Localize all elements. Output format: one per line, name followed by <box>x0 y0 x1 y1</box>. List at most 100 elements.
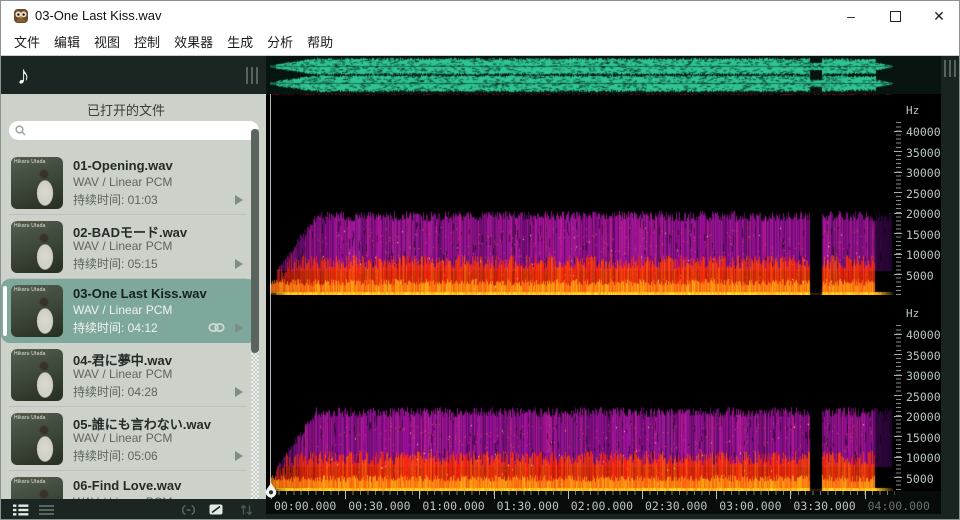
playback-cursor-pin[interactable] <box>265 483 277 499</box>
freq-axis-tick <box>894 151 902 152</box>
freq-axis-label: 10000 <box>906 451 941 465</box>
freq-axis-minor-ticks <box>896 324 901 498</box>
window-titlebar[interactable]: 03-One Last Kiss.wav – ✕ <box>1 1 960 31</box>
sidebar: ♪ 已打开的文件 Hikaru Utada 01-Opening.wav WAV… <box>1 56 266 520</box>
search-icon <box>15 125 26 136</box>
file-duration: 持续时间: 05:06 <box>73 447 158 464</box>
spectrogram-channel-left[interactable]: 500010000150002000025000300003500040000H… <box>266 94 941 295</box>
bottom-strip <box>266 514 941 520</box>
file-list-item[interactable]: Hikaru Utada 05-誰にも言わない.wav WAV / Linear… <box>1 407 257 471</box>
app-window: 03-One Last Kiss.wav – ✕ 文件编辑视图控制效果器生成分析… <box>0 0 960 520</box>
menu-item[interactable]: 控制 <box>127 31 167 55</box>
freq-axis-tick <box>894 375 902 376</box>
sort-arrows-icon[interactable] <box>239 504 254 516</box>
menu-item[interactable]: 编辑 <box>47 31 87 55</box>
time-axis-tick <box>716 491 717 499</box>
album-art-label: Hikaru Utada <box>14 287 46 293</box>
search-input[interactable] <box>31 122 255 140</box>
waveform-overview[interactable] <box>266 56 941 94</box>
minimize-button[interactable]: – <box>829 1 873 31</box>
file-format: WAV / Linear PCM <box>73 303 172 317</box>
time-axis-tick <box>568 491 569 499</box>
file-list-item[interactable]: Hikaru Utada 04-君に夢中.wav WAV / Linear PC… <box>1 343 257 407</box>
panel-title: 已打开的文件 <box>1 100 251 119</box>
freq-axis-tick <box>894 477 902 478</box>
menu-item[interactable]: 文件 <box>7 31 47 55</box>
freq-axis-tick <box>894 233 902 234</box>
freq-axis-tick <box>894 192 902 193</box>
freq-axis-unit: Hz <box>906 104 919 117</box>
play-button[interactable] <box>235 195 243 205</box>
menu-item[interactable]: 生成 <box>220 31 260 55</box>
file-format: WAV / Linear PCM <box>73 239 172 253</box>
play-button[interactable] <box>235 451 243 461</box>
detailed-list-icon[interactable] <box>13 504 29 516</box>
time-axis-label: 02:00.000 <box>571 499 633 513</box>
freq-axis-tick <box>894 274 902 275</box>
simple-list-icon[interactable] <box>39 504 54 516</box>
play-button[interactable] <box>235 323 243 333</box>
time-axis-label: 02:30.000 <box>645 499 707 513</box>
time-axis-label: 01:00.000 <box>422 499 484 513</box>
freq-axis-tick <box>894 172 902 173</box>
album-art-label: Hikaru Utada <box>14 415 46 421</box>
freq-axis-label: 15000 <box>906 431 941 445</box>
time-axis-label: 03:00.000 <box>719 499 781 513</box>
freq-axis-label: 20000 <box>906 410 941 424</box>
spectrogram-canvas-right[interactable] <box>270 295 894 491</box>
freq-axis-tick <box>894 395 902 396</box>
freq-axis-unit: Hz <box>906 307 919 320</box>
menu-item[interactable]: 视图 <box>87 31 127 55</box>
album-art: Hikaru Utada <box>11 477 63 499</box>
file-duration: 持续时间: 04:12 <box>73 319 158 336</box>
time-axis-label: 00:00.000 <box>274 499 336 513</box>
play-button[interactable] <box>235 259 243 269</box>
freq-axis-label: 5000 <box>906 472 934 486</box>
file-list-item[interactable]: Hikaru Utada 06-Find Love.wav WAV / Line… <box>1 471 257 499</box>
freq-axis-minor-ticks <box>896 121 901 295</box>
menu-item[interactable]: 效果器 <box>167 31 220 55</box>
time-axis-tick <box>790 491 791 499</box>
album-art-label: Hikaru Utada <box>14 351 46 357</box>
time-axis-label: 03:30.000 <box>793 499 855 513</box>
file-list-item[interactable]: Hikaru Utada 02-BADモード.wav WAV / Linear … <box>1 215 257 279</box>
time-axis-tick <box>494 491 495 499</box>
maximize-button[interactable] <box>873 1 917 31</box>
sidebar-scrollbar-thumb[interactable] <box>251 129 259 353</box>
sidebar-scrollbar[interactable] <box>251 129 259 499</box>
spectrogram-canvas-left[interactable] <box>270 94 894 295</box>
panel-drag-grip-icon[interactable] <box>246 67 259 84</box>
time-axis-tick <box>865 491 866 499</box>
close-button[interactable]: ✕ <box>917 1 960 31</box>
link-icon <box>208 322 225 333</box>
rail-drag-grip-icon[interactable] <box>944 60 957 77</box>
file-list: Hikaru Utada 01-Opening.wav WAV / Linear… <box>1 151 257 499</box>
album-art-label: Hikaru Utada <box>14 159 46 165</box>
spectrogram-channel-right[interactable]: 500010000150002000025000300003500040000H… <box>266 295 941 491</box>
freq-axis-label: 10000 <box>906 248 941 262</box>
freq-axis-tick <box>894 457 902 458</box>
time-axis-tick <box>345 491 346 499</box>
selection-bar <box>3 286 7 336</box>
freq-axis-label: 15000 <box>906 228 941 242</box>
menu-item[interactable]: 分析 <box>260 31 300 55</box>
file-list-item[interactable]: Hikaru Utada 03-One Last Kiss.wav WAV / … <box>1 279 257 343</box>
overview-waveform-canvas[interactable] <box>270 57 894 93</box>
album-art: Hikaru Utada <box>11 221 63 273</box>
freq-axis-label: 40000 <box>906 328 941 342</box>
file-name: 03-One Last Kiss.wav <box>73 286 207 301</box>
menu-item[interactable]: 帮助 <box>300 31 340 55</box>
panel-toggle-icon[interactable] <box>209 504 223 515</box>
freq-axis-label: 5000 <box>906 269 934 283</box>
file-list-item[interactable]: Hikaru Utada 01-Opening.wav WAV / Linear… <box>1 151 257 215</box>
play-button[interactable] <box>235 387 243 397</box>
time-axis-label: 01:30.000 <box>497 499 559 513</box>
file-name: 06-Find Love.wav <box>73 478 181 493</box>
search-box[interactable] <box>9 121 259 140</box>
freq-axis-tick <box>894 416 902 417</box>
freq-axis-tick <box>894 436 902 437</box>
time-axis: 00:00.00000:30.00001:00.00001:30.00002:0… <box>266 491 941 514</box>
freq-axis-tick <box>894 334 902 335</box>
album-art: Hikaru Utada <box>11 349 63 401</box>
loop-icon[interactable] <box>181 504 196 516</box>
